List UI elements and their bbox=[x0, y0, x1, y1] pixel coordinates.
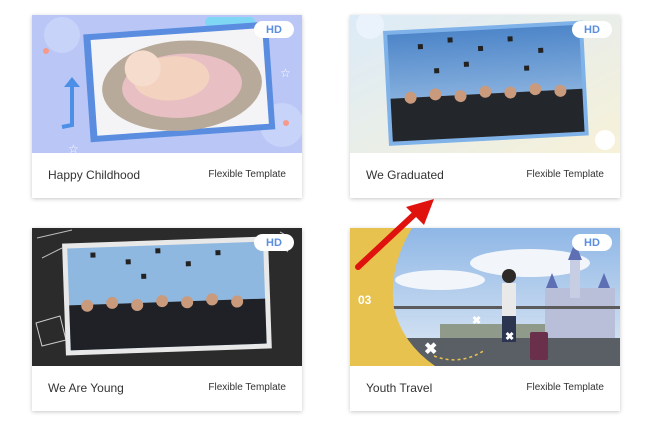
hd-badge: HD bbox=[572, 234, 612, 251]
card-title: We Graduated bbox=[366, 168, 444, 182]
card-footer: We Are Young Flexible Template bbox=[32, 366, 302, 411]
svg-text:✖: ✖ bbox=[424, 341, 437, 358]
template-type-label: Flexible Template bbox=[208, 169, 286, 180]
card-footer: Youth Travel Flexible Template bbox=[350, 366, 620, 411]
thumbnail-happy-childhood[interactable]: ☆ ☆ HD bbox=[32, 15, 302, 153]
hd-badge: HD bbox=[254, 234, 294, 251]
hd-badge: HD bbox=[254, 21, 294, 38]
template-card-happy-childhood[interactable]: ☆ ☆ HD Happy Childhood Flexible Template bbox=[32, 15, 302, 198]
template-type-label: Flexible Template bbox=[208, 382, 286, 393]
hd-badge: HD bbox=[572, 21, 612, 38]
svg-text:☆: ☆ bbox=[280, 66, 291, 80]
card-title: Happy Childhood bbox=[48, 168, 141, 182]
template-card-we-graduated[interactable]: HD We Graduated Flexible Template bbox=[350, 15, 620, 198]
card-footer: We Graduated Flexible Template bbox=[350, 153, 620, 198]
thumbnail-we-graduated[interactable]: HD bbox=[350, 15, 620, 153]
card-title: Youth Travel bbox=[366, 381, 433, 395]
slide-number: 03 bbox=[358, 293, 372, 307]
thumbnail-we-are-young[interactable]: HD bbox=[32, 228, 302, 366]
svg-text:✖: ✖ bbox=[505, 331, 514, 343]
card-title: We Are Young bbox=[48, 381, 124, 395]
template-type-label: Flexible Template bbox=[526, 382, 604, 393]
card-footer: Happy Childhood Flexible Template bbox=[32, 153, 302, 198]
red-arrow-annotation bbox=[355, 199, 434, 270]
template-type-label: Flexible Template bbox=[526, 169, 604, 180]
svg-text:✖: ✖ bbox=[472, 315, 481, 327]
svg-text:☆: ☆ bbox=[68, 142, 79, 153]
template-card-we-are-young[interactable]: HD We Are Young Flexible Template bbox=[32, 228, 302, 411]
